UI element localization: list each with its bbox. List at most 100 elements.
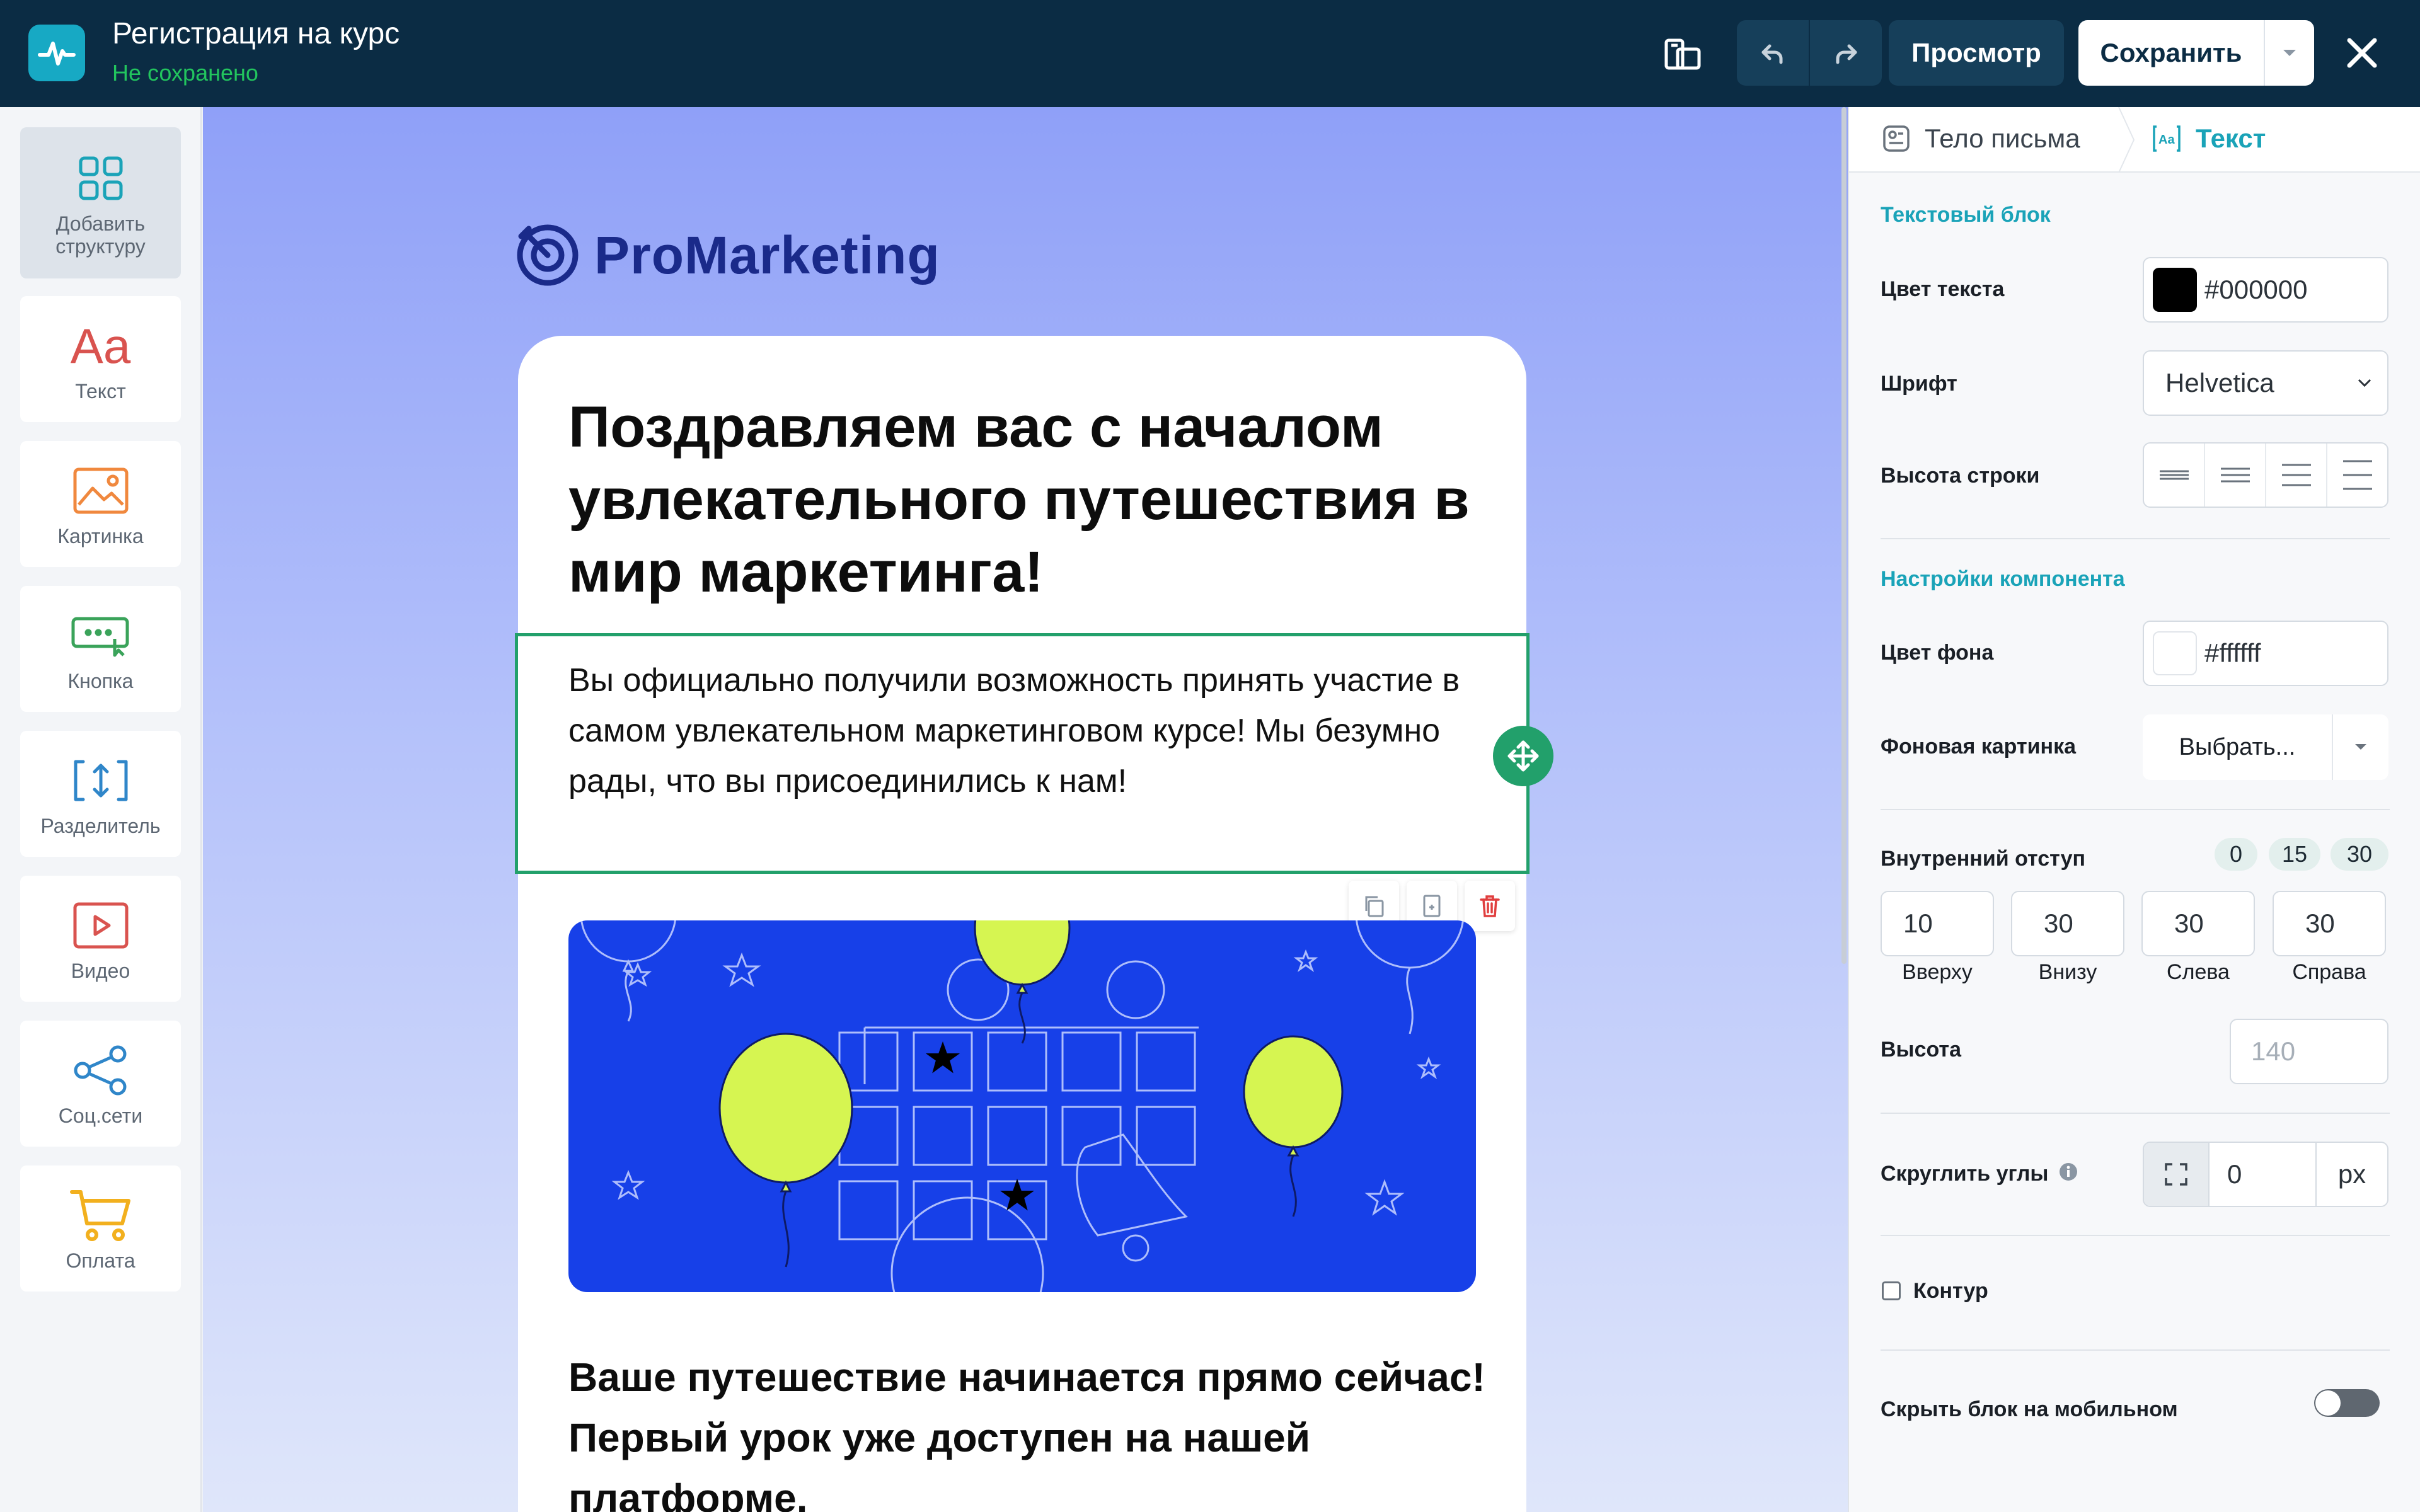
email-body-icon bbox=[1882, 124, 1911, 153]
breadcrumb-body-label: Тело письма bbox=[1925, 123, 2080, 153]
delete-icon[interactable] bbox=[1465, 881, 1515, 931]
email-headline[interactable]: Поздравляем вас с началом увлекательного… bbox=[568, 391, 1501, 609]
email-canvas[interactable]: ProMarketing Поздравляем вас с началом у… bbox=[203, 107, 1848, 1512]
tool-label: Видео bbox=[71, 959, 130, 982]
button-icon bbox=[71, 605, 131, 666]
padding-preset-30[interactable]: 30 bbox=[2331, 838, 2388, 871]
corner-radius-label-text: Скруглить углы bbox=[1881, 1162, 2049, 1186]
app-logo-icon[interactable] bbox=[28, 25, 85, 81]
tool-text[interactable]: Aa Текст bbox=[20, 296, 181, 422]
corner-radius-field: 0 px bbox=[2143, 1142, 2388, 1207]
corner-radius-unit[interactable]: px bbox=[2315, 1143, 2387, 1206]
email-body-text[interactable]: Вы официально получили возможность приня… bbox=[568, 655, 1501, 806]
move-handle-icon[interactable] bbox=[1493, 726, 1553, 786]
section-divider bbox=[1881, 1113, 2390, 1114]
tool-label: Добавить структуру bbox=[55, 212, 146, 258]
canvas-scrollbar[interactable] bbox=[1841, 107, 1847, 964]
mobile-desktop-toggle-icon[interactable] bbox=[1657, 29, 1708, 79]
outline-label[interactable]: Контур bbox=[1913, 1279, 1988, 1303]
email-subheadline[interactable]: Ваше путешествие начинается прямо сейчас… bbox=[568, 1347, 1514, 1512]
section-divider bbox=[1881, 538, 2390, 539]
grid-icon bbox=[77, 148, 125, 209]
save-options-chevron-icon[interactable] bbox=[2264, 20, 2314, 86]
outline-checkbox[interactable] bbox=[1882, 1281, 1901, 1300]
undo-icon[interactable] bbox=[1737, 20, 1809, 86]
padding-left-caption: Слева bbox=[2167, 960, 2230, 984]
divider-icon bbox=[71, 750, 131, 811]
hide-mobile-label: Скрыть блок на мобильном bbox=[1881, 1397, 2178, 1421]
info-icon[interactable] bbox=[2058, 1162, 2078, 1182]
save-status: Не сохранено bbox=[112, 60, 258, 86]
breadcrumb-text[interactable]: Aa Текст bbox=[2152, 123, 2266, 154]
text-color-swatch[interactable] bbox=[2153, 268, 2197, 312]
line-height-relaxed-icon[interactable] bbox=[2265, 444, 2326, 507]
tool-add-structure[interactable]: Добавить структуру bbox=[20, 127, 181, 278]
padding-left-input[interactable]: 30 bbox=[2141, 891, 2255, 956]
bg-color-value[interactable]: #ffffff bbox=[2204, 638, 2261, 668]
bg-color-swatch[interactable] bbox=[2153, 631, 2197, 675]
section-divider bbox=[1881, 809, 2390, 810]
text-aa-icon: Aa bbox=[2152, 124, 2182, 153]
tool-button[interactable]: Кнопка bbox=[20, 586, 181, 712]
line-height-label: Высота строки bbox=[1881, 464, 2040, 488]
document-title[interactable]: Регистрация на курс bbox=[112, 16, 400, 51]
preview-button[interactable]: Просмотр bbox=[1889, 20, 2064, 86]
tool-label: Картинка bbox=[57, 525, 144, 547]
padding-preset-15[interactable]: 15 bbox=[2269, 838, 2320, 871]
padding-right-input[interactable]: 30 bbox=[2273, 891, 2386, 956]
tool-image[interactable]: Картинка bbox=[20, 441, 181, 567]
redo-icon[interactable] bbox=[1809, 20, 1882, 86]
padding-bottom-caption: Внизу bbox=[2038, 960, 2097, 984]
line-height-normal-icon[interactable] bbox=[2204, 444, 2265, 507]
corner-radius-input[interactable]: 0 bbox=[2210, 1159, 2315, 1189]
line-height-compact-icon[interactable] bbox=[2144, 444, 2204, 507]
share-icon bbox=[72, 1040, 129, 1101]
padding-top-input[interactable]: 10 bbox=[1881, 891, 1994, 956]
save-button[interactable]: Сохранить bbox=[2078, 20, 2264, 86]
brand-name: ProMarketing bbox=[594, 225, 940, 285]
selected-text-block[interactable]: Вы официально получили возможность приня… bbox=[515, 633, 1553, 874]
brand-header[interactable]: ProMarketing bbox=[515, 222, 940, 288]
section-divider bbox=[1881, 1349, 2390, 1351]
close-icon[interactable] bbox=[2338, 29, 2386, 77]
text-color-label: Цвет текста bbox=[1881, 277, 2005, 301]
font-select[interactable]: Helvetica bbox=[2143, 350, 2388, 416]
text-color-value[interactable]: #000000 bbox=[2204, 275, 2308, 305]
breadcrumb-text-label: Текст bbox=[2196, 123, 2266, 153]
target-logo-icon bbox=[517, 224, 579, 286]
hide-mobile-toggle[interactable] bbox=[2314, 1389, 2380, 1417]
padding-top-caption: Вверху bbox=[1902, 960, 1973, 984]
height-label: Высота bbox=[1881, 1038, 1961, 1062]
font-select-value: Helvetica bbox=[2165, 368, 2274, 398]
breadcrumb: Тело письма Aa Текст bbox=[1849, 107, 2420, 173]
top-bar: Регистрация на курс Не сохранено Просмот… bbox=[0, 0, 2420, 107]
component-section-title: Настройки компонента bbox=[1881, 567, 2125, 591]
bg-image-options-chevron-icon[interactable] bbox=[2332, 714, 2388, 780]
tool-payment[interactable]: Оплата bbox=[20, 1166, 181, 1292]
toggle-knob bbox=[2315, 1390, 2341, 1416]
tool-label: Оплата bbox=[66, 1249, 135, 1272]
celebration-illustration[interactable] bbox=[568, 920, 1476, 1292]
section-divider bbox=[1881, 1235, 2390, 1236]
tool-social[interactable]: Соц.сети bbox=[20, 1021, 181, 1147]
line-height-loose-icon[interactable] bbox=[2326, 444, 2387, 507]
bg-image-label: Фоновая картинка bbox=[1881, 735, 2077, 759]
tool-divider[interactable]: Разделитель bbox=[20, 731, 181, 857]
bg-image-select-button[interactable]: Выбрать... bbox=[2143, 714, 2332, 780]
padding-label: Внутренний отступ bbox=[1881, 847, 2086, 871]
padding-preset-0[interactable]: 0 bbox=[2215, 838, 2257, 871]
font-label: Шрифт bbox=[1881, 372, 1957, 396]
tool-video[interactable]: Видео bbox=[20, 876, 181, 1002]
undo-redo-group bbox=[1737, 20, 1882, 86]
padding-bottom-input[interactable]: 30 bbox=[2011, 891, 2124, 956]
height-input[interactable]: 140 bbox=[2230, 1019, 2388, 1084]
corner-radius-all-icon[interactable] bbox=[2144, 1143, 2210, 1206]
cart-icon bbox=[69, 1185, 132, 1246]
video-icon bbox=[72, 895, 129, 956]
text-color-field[interactable]: #000000 bbox=[2143, 257, 2388, 323]
bg-color-field[interactable]: #ffffff bbox=[2143, 621, 2388, 686]
tool-label: Текст bbox=[75, 380, 126, 403]
breadcrumb-email-body[interactable]: Тело письма bbox=[1882, 123, 2080, 154]
text-aa-icon: Aa bbox=[70, 318, 131, 374]
tool-label: Соц.сети bbox=[58, 1104, 143, 1127]
